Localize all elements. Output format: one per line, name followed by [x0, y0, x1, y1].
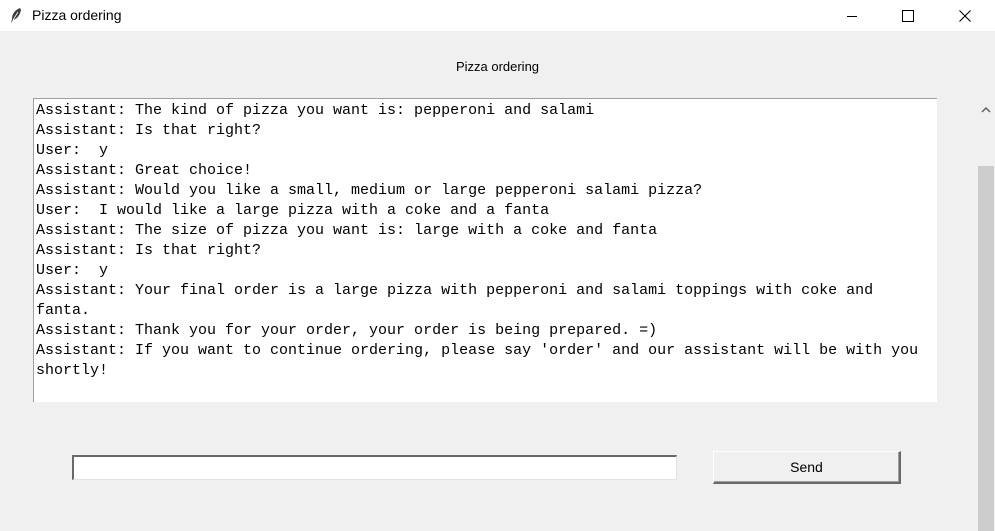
window-title: Pizza ordering: [32, 7, 122, 23]
chat-line: User: y: [36, 262, 109, 279]
chat-line: Assistant: Is that right?: [36, 122, 262, 139]
close-button[interactable]: [942, 0, 988, 31]
chevron-up-icon: [981, 106, 991, 113]
title-bar: Pizza ordering: [0, 0, 995, 31]
close-icon: [959, 9, 971, 22]
maximize-icon: [902, 9, 914, 22]
chat-line: Assistant: Is that right?: [36, 242, 262, 259]
minimize-icon: [847, 15, 857, 17]
chat-log[interactable]: Assistant: The kind of pizza you want is…: [33, 98, 937, 402]
chat-line: Assistant: Your final order is a large p…: [36, 282, 883, 319]
chat-line: Assistant: Thank you for your order, you…: [36, 322, 658, 339]
message-input[interactable]: [72, 455, 677, 480]
scroll-up-button[interactable]: [977, 98, 995, 122]
chat-scrollbar[interactable]: [977, 98, 995, 531]
chat-line: Assistant: Great choice!: [36, 162, 253, 179]
chat-line: Assistant: If you want to continue order…: [36, 342, 928, 379]
chat-line: User: y: [36, 142, 109, 159]
chat-line: Assistant: The kind of pizza you want is…: [36, 102, 595, 119]
maximize-button[interactable]: [885, 0, 931, 31]
chat-line: User: I would like a large pizza with a …: [36, 202, 550, 219]
page-title: Pizza ordering: [455, 59, 540, 74]
chat-line: Assistant: Would you like a small, mediu…: [36, 182, 703, 199]
minimize-button[interactable]: [829, 0, 875, 31]
send-button[interactable]: Send: [713, 451, 901, 484]
feather-icon: [9, 7, 23, 24]
chat-line: Assistant: The size of pizza you want is…: [36, 222, 658, 239]
scroll-thumb[interactable]: [978, 166, 994, 531]
